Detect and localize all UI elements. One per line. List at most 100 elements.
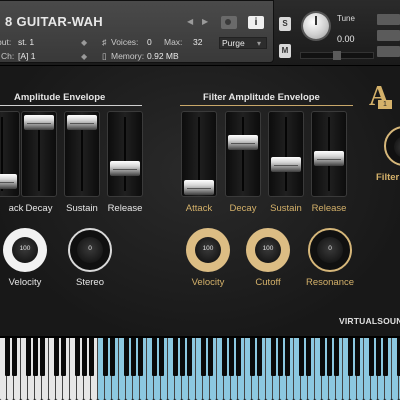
black-key[interactable] bbox=[53, 338, 59, 376]
black-key[interactable] bbox=[326, 338, 332, 376]
amp-velocity-knob[interactable]: 100 bbox=[3, 228, 47, 272]
purge-dropdown[interactable]: Purge ▾ bbox=[219, 37, 267, 49]
filter-sustain-handle[interactable] bbox=[271, 157, 301, 173]
black-key[interactable] bbox=[109, 338, 115, 376]
memory-label: Memory: bbox=[111, 51, 145, 61]
amp-sustain-handle[interactable] bbox=[67, 115, 97, 130]
kontakt-instrument-window: 8 GUITAR-WAH ◀ ▶ i out: st. 1 ◆ ♯ Voices… bbox=[0, 0, 400, 400]
filter-release-slider[interactable] bbox=[311, 111, 347, 197]
prev-instrument-icon[interactable]: ◀ bbox=[187, 17, 193, 26]
instrument-title[interactable]: 8 GUITAR-WAH bbox=[5, 14, 103, 29]
black-key[interactable] bbox=[130, 338, 136, 376]
filter-decay-handle[interactable] bbox=[228, 134, 258, 150]
tune-knob[interactable] bbox=[303, 13, 329, 39]
black-key[interactable] bbox=[228, 338, 234, 376]
chevron-down-icon: ▾ bbox=[257, 39, 262, 48]
filter-sustain-slider[interactable] bbox=[268, 111, 304, 197]
midi-channel-label: Ch: bbox=[1, 51, 15, 61]
black-key[interactable] bbox=[60, 338, 66, 376]
midi-arrows-icon[interactable]: ◆ bbox=[81, 52, 87, 61]
filter-type-label: Filter bbox=[376, 172, 400, 183]
memory-value: 0.92 MB bbox=[147, 51, 179, 61]
black-key[interactable] bbox=[11, 338, 17, 376]
filter-release-handle[interactable] bbox=[314, 150, 344, 166]
filter-envelope-divider bbox=[180, 105, 353, 106]
amp-velocity-label: Velocity bbox=[8, 277, 42, 288]
resonance-knob[interactable]: 0 bbox=[308, 228, 352, 272]
black-key[interactable] bbox=[354, 338, 360, 376]
black-key[interactable] bbox=[74, 338, 80, 376]
stereo-knob[interactable]: 0 bbox=[68, 228, 112, 272]
black-key[interactable] bbox=[137, 338, 143, 376]
black-key[interactable] bbox=[102, 338, 108, 376]
black-keys bbox=[0, 338, 400, 400]
mute-button[interactable]: M bbox=[279, 44, 291, 58]
info-icon[interactable]: i bbox=[248, 16, 264, 29]
filter-attack-label: Attack bbox=[185, 203, 213, 214]
next-instrument-icon[interactable]: ▶ bbox=[202, 17, 208, 26]
black-key[interactable] bbox=[221, 338, 227, 376]
black-key[interactable] bbox=[375, 338, 381, 376]
filter-envelope-title: Filter Amplitude Envelope bbox=[203, 92, 320, 103]
camera-icon[interactable] bbox=[221, 16, 237, 29]
midi-channel-select[interactable]: [A] 1 bbox=[18, 51, 35, 61]
black-key[interactable] bbox=[305, 338, 311, 376]
output-arrows-icon[interactable]: ◆ bbox=[81, 38, 87, 47]
black-key[interactable] bbox=[32, 338, 38, 376]
black-key[interactable] bbox=[4, 338, 10, 376]
black-key[interactable] bbox=[207, 338, 213, 376]
black-key[interactable] bbox=[298, 338, 304, 376]
black-key[interactable] bbox=[249, 338, 255, 376]
stereo-value: 0 bbox=[88, 245, 92, 252]
amp-release-label: Release bbox=[107, 203, 143, 214]
amp-sustain-slider[interactable] bbox=[64, 111, 100, 197]
black-key[interactable] bbox=[347, 338, 353, 376]
filter-velocity-value: 100 bbox=[202, 245, 214, 252]
black-key[interactable] bbox=[151, 338, 157, 376]
black-key[interactable] bbox=[88, 338, 94, 376]
black-key[interactable] bbox=[158, 338, 164, 376]
black-key[interactable] bbox=[382, 338, 388, 376]
black-key[interactable] bbox=[186, 338, 192, 376]
black-key[interactable] bbox=[179, 338, 185, 376]
minimize-button[interactable] bbox=[377, 30, 400, 41]
black-key[interactable] bbox=[368, 338, 374, 376]
black-key[interactable] bbox=[284, 338, 290, 376]
black-key[interactable] bbox=[235, 338, 241, 376]
amp-attack-handle[interactable] bbox=[0, 173, 17, 189]
solo-button[interactable]: S bbox=[279, 17, 291, 31]
brand-logo-badge: 1 bbox=[378, 100, 392, 109]
amp-attack-slider[interactable] bbox=[0, 111, 20, 197]
amp-release-handle[interactable] bbox=[110, 160, 140, 176]
filter-type-knob[interactable] bbox=[384, 126, 400, 166]
black-key[interactable] bbox=[277, 338, 283, 376]
max-value[interactable]: 32 bbox=[193, 37, 202, 47]
aux-button[interactable] bbox=[377, 46, 400, 57]
filter-decay-slider[interactable] bbox=[225, 111, 261, 197]
filter-attack-handle[interactable] bbox=[184, 180, 214, 195]
filter-velocity-knob[interactable]: 100 bbox=[186, 228, 230, 272]
output-select[interactable]: st. 1 bbox=[18, 37, 34, 47]
black-key[interactable] bbox=[123, 338, 129, 376]
tune-label: Tune bbox=[337, 14, 355, 23]
amp-velocity-value: 100 bbox=[19, 245, 31, 252]
instrument-info-box: 8 GUITAR-WAH ◀ ▶ i out: st. 1 ◆ ♯ Voices… bbox=[0, 0, 274, 63]
black-key[interactable] bbox=[319, 338, 325, 376]
black-key[interactable] bbox=[270, 338, 276, 376]
black-key[interactable] bbox=[200, 338, 206, 376]
black-key[interactable] bbox=[25, 338, 31, 376]
black-key[interactable] bbox=[81, 338, 87, 376]
black-key[interactable] bbox=[39, 338, 45, 376]
pan-handle[interactable] bbox=[333, 51, 341, 60]
amp-release-slider[interactable] bbox=[107, 111, 143, 197]
piano-keyboard[interactable] bbox=[0, 336, 400, 400]
black-key[interactable] bbox=[333, 338, 339, 376]
black-key[interactable] bbox=[256, 338, 262, 376]
black-key[interactable] bbox=[396, 338, 400, 376]
black-key[interactable] bbox=[172, 338, 178, 376]
filter-attack-slider[interactable] bbox=[181, 111, 217, 197]
amp-decay-slider[interactable] bbox=[21, 111, 57, 197]
close-button[interactable] bbox=[377, 14, 400, 25]
cutoff-knob[interactable]: 100 bbox=[246, 228, 290, 272]
amp-decay-handle[interactable] bbox=[24, 115, 54, 130]
